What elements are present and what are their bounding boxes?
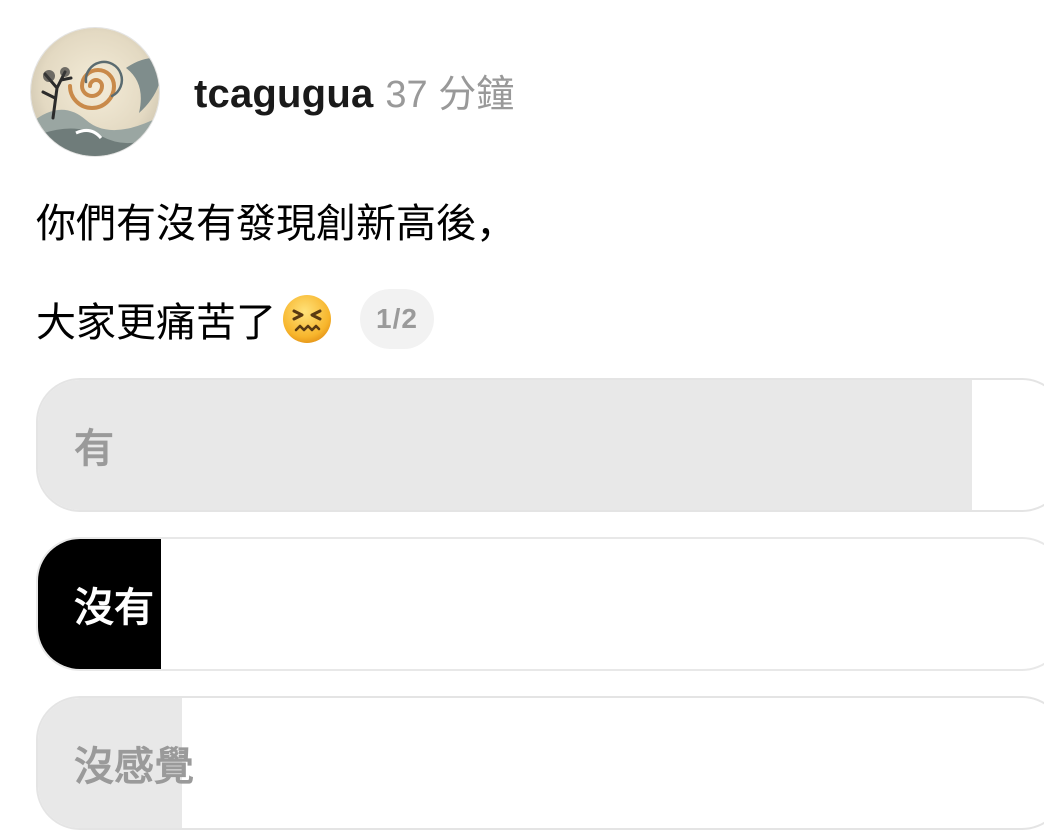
avatar[interactable] <box>30 27 160 157</box>
poll-option-yes[interactable]: 有 <box>36 378 1044 512</box>
post-text: 大家更痛苦了 <box>36 301 276 345</box>
post-text-line-1: 你們有沒有發現創新高後， <box>36 192 516 248</box>
author-meta: tcagugua 37 分鐘 <box>194 63 514 118</box>
username[interactable]: tcagugua <box>194 72 373 117</box>
post-text-line-2: 大家更痛苦了 1/2 <box>36 288 434 350</box>
swirl-landscape-avatar-icon <box>31 28 159 156</box>
timestamp: 37 分鐘 <box>385 73 515 116</box>
post-header: tcagugua 37 分鐘 <box>30 27 514 157</box>
poll-option-no-feeling[interactable]: 沒感覺 <box>36 696 1044 830</box>
poll-option-label: 沒有 <box>74 586 154 630</box>
poll-result-bar <box>38 380 972 510</box>
poll-option-label: 有 <box>74 427 114 471</box>
confounded-face-emoji-icon <box>282 294 332 344</box>
poll-option-no[interactable]: 沒有 <box>36 537 1044 671</box>
poll-option-label: 沒感覺 <box>74 745 194 789</box>
post-text: 你們有沒有發現創新高後， <box>36 202 516 246</box>
page-indicator-pill[interactable]: 1/2 <box>360 289 434 349</box>
